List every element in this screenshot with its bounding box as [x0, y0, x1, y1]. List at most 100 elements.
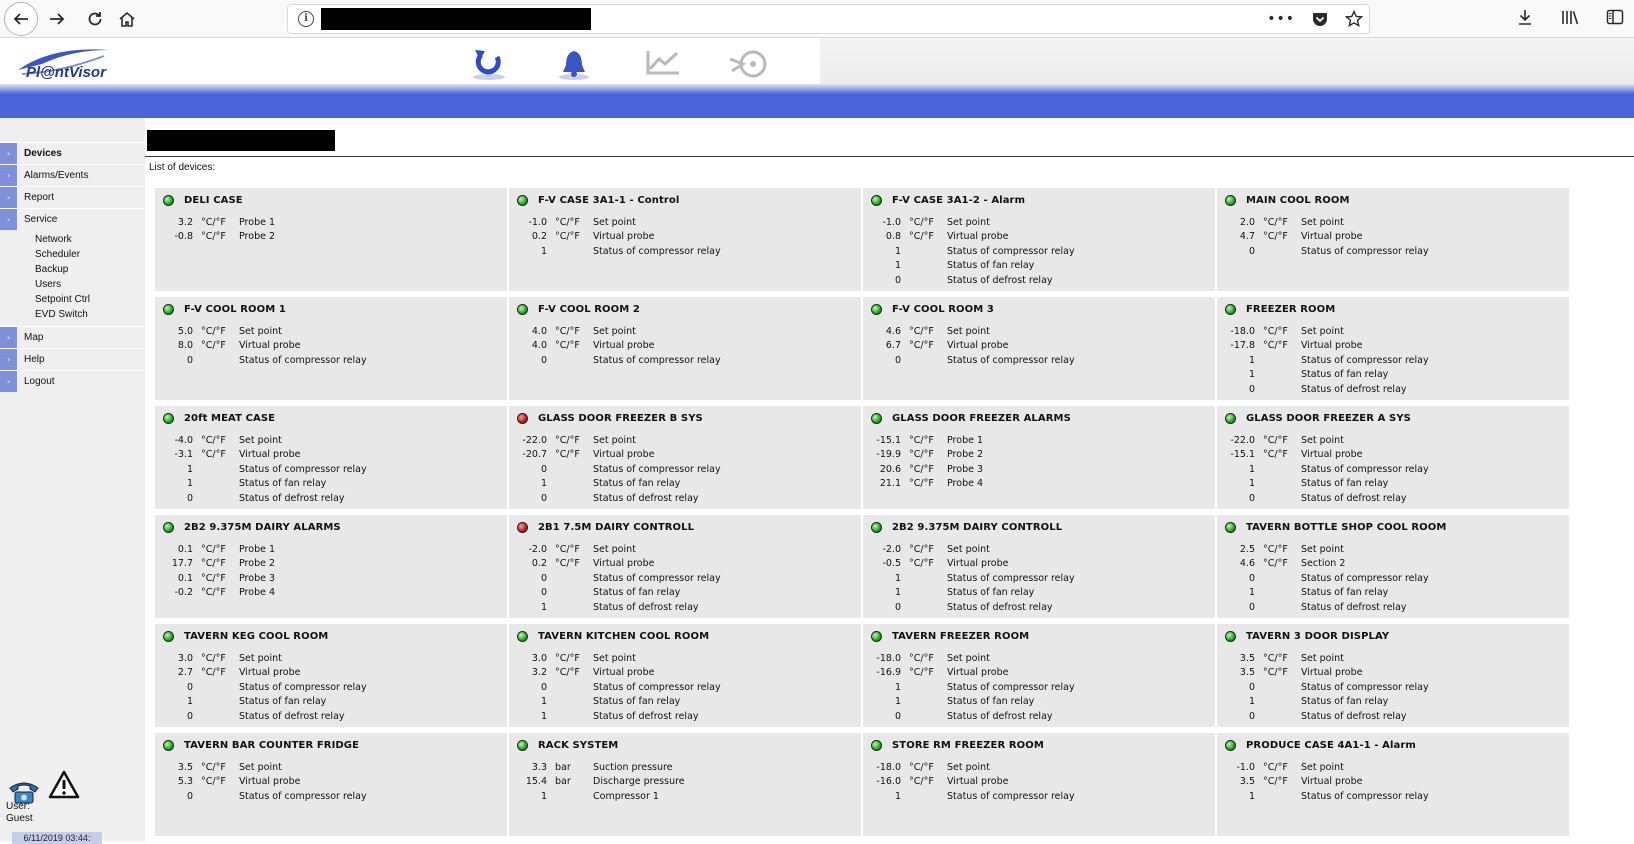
- device-card[interactable]: TAVERN FREEZER ROOM -18.0 °C/°F Set point -1…: [863, 624, 1215, 727]
- device-name[interactable]: 2B2 9.375M DAIRY ALARMS: [184, 522, 341, 533]
- sidebar-item-report[interactable]: › Report: [0, 186, 145, 208]
- device-card[interactable]: 20ft MEAT CASE -4.0 °C/°F Set point -3.1 °C/°…: [155, 406, 507, 509]
- device-card[interactable]: PRODUCE CASE 4A1-1 - Alarm -1.0 °C/°F Set p…: [1217, 733, 1569, 836]
- device-name[interactable]: PRODUCE CASE 4A1-1 - Alarm: [1246, 740, 1416, 751]
- pocket-icon[interactable]: [1311, 11, 1329, 27]
- device-card[interactable]: GLASS DOOR FREEZER B SYS -22.0 °C/°F Set po…: [509, 406, 861, 509]
- device-card[interactable]: F-V COOL ROOM 3 4.6 °C/°F Set point 6.7 °C/°F…: [863, 297, 1215, 400]
- device-name[interactable]: F-V COOL ROOM 2: [538, 304, 640, 315]
- device-card[interactable]: F-V COOL ROOM 1 5.0 °C/°F Set point 8.0 °C/°F…: [155, 297, 507, 400]
- variable-row: 4.6 °C/°F Set point: [871, 324, 1075, 339]
- library-icon[interactable]: [1560, 8, 1580, 26]
- alarms-nav-button[interactable]: [552, 46, 596, 82]
- device-card[interactable]: 2B2 9.375M DAIRY ALARMS 0.1 °C/°F Probe 1 17…: [155, 515, 507, 618]
- device-name[interactable]: F-V COOL ROOM 1: [184, 304, 286, 315]
- device-name[interactable]: TAVERN FREEZER ROOM: [892, 631, 1029, 642]
- warning-icon[interactable]: [48, 770, 80, 800]
- variable-description: Set point: [1301, 543, 1344, 555]
- url-bar[interactable]: i •••: [287, 4, 1370, 34]
- variable-description: Virtual probe: [947, 776, 1009, 788]
- variable-value: 1: [540, 478, 547, 490]
- sidebar-item-help[interactable]: › Help: [0, 348, 145, 370]
- sidebar-item-service[interactable]: › Service: [0, 208, 145, 230]
- device-name[interactable]: 20ft MEAT CASE: [184, 413, 275, 424]
- variable-row: 0 Status of compressor relay: [517, 353, 721, 368]
- device-card[interactable]: F-V COOL ROOM 2 4.0 °C/°F Set point 4.0 °C/°F…: [509, 297, 861, 400]
- device-card[interactable]: GLASS DOOR FREEZER A SYS -22.0 °C/°F Set po…: [1217, 406, 1569, 509]
- submenu-item-setpoint-ctrl[interactable]: Setpoint Ctrl: [35, 292, 145, 307]
- device-card[interactable]: F-V CASE 3A1-2 - Alarm -1.0 °C/°F Set point…: [863, 188, 1215, 291]
- variable-unit: °C/°F: [555, 543, 580, 555]
- submenu-item-evd-switch[interactable]: EVD Switch: [35, 307, 145, 322]
- device-card[interactable]: DELI CASE 3.2 °C/°F Probe 1 -0.8 °C/°F Probe 2: [155, 188, 507, 291]
- variable-value: 0: [186, 681, 193, 693]
- page-actions-icon[interactable]: •••: [1267, 11, 1295, 27]
- site-info-icon[interactable]: i: [298, 11, 314, 27]
- device-name[interactable]: TAVERN KEG COOL ROOM: [184, 631, 328, 642]
- graph-nav-button[interactable]: [641, 46, 685, 82]
- submenu-item-network[interactable]: Network: [35, 232, 145, 247]
- device-card[interactable]: TAVERN 3 DOOR DISPLAY 3.5 °C/°F Set point 3.…: [1217, 624, 1569, 727]
- variable-value: 1: [1248, 354, 1255, 366]
- device-card[interactable]: 2B1 7.5M DAIRY CONTROLL -2.0 °C/°F Set poin…: [509, 515, 861, 618]
- device-name[interactable]: GLASS DOOR FREEZER ALARMS: [892, 413, 1071, 424]
- device-variables: -18.0 °C/°F Set point -16.0 °C/°F Virtual pro…: [871, 760, 1074, 804]
- device-name[interactable]: DELI CASE: [184, 195, 243, 206]
- variable-row: 4.7 °C/°F Virtual probe: [1225, 230, 1429, 245]
- device-name[interactable]: 2B2 9.375M DAIRY CONTROLL: [892, 522, 1062, 533]
- device-card-header: F-V COOL ROOM 3: [871, 304, 994, 315]
- device-card[interactable]: MAIN COOL ROOM 2.0 °C/°F Set point 4.7 °C/°F V…: [1217, 188, 1569, 291]
- variable-unit: °C/°F: [1263, 543, 1288, 555]
- plantvisor-logo[interactable]: Pl@ntVisor: [12, 44, 112, 82]
- device-name[interactable]: GLASS DOOR FREEZER B SYS: [538, 413, 703, 424]
- variable-value: 1: [1248, 478, 1255, 490]
- sidebar-toggle-icon[interactable]: [1606, 8, 1624, 26]
- device-card[interactable]: FREEZER ROOM -18.0 °C/°F Set point -17.8 °C/°…: [1217, 297, 1569, 400]
- device-card[interactable]: GLASS DOOR FREEZER ALARMS -15.1 °C/°F Probe…: [863, 406, 1215, 509]
- device-card[interactable]: RACK SYSTEM 3.3 bar Suction pressure 15.4 bar…: [509, 733, 861, 836]
- device-name[interactable]: TAVERN BAR COUNTER FRIDGE: [184, 740, 359, 751]
- device-card[interactable]: 2B2 9.375M DAIRY CONTROLL -2.0 °C/°F Set po…: [863, 515, 1215, 618]
- device-name[interactable]: F-V COOL ROOM 3: [892, 304, 994, 315]
- device-name[interactable]: RACK SYSTEM: [538, 740, 618, 751]
- device-card[interactable]: TAVERN KEG COOL ROOM 3.0 °C/°F Set point 2.7…: [155, 624, 507, 727]
- bookmark-star-icon[interactable]: [1345, 10, 1363, 28]
- service-nav-button[interactable]: [727, 46, 771, 82]
- arrow-right-icon: [50, 13, 65, 25]
- variable-description: Probe 2: [239, 558, 276, 570]
- back-button[interactable]: [4, 2, 38, 36]
- sidebar-menu: › Devices › Alarms/Events › Report › Ser…: [0, 142, 145, 392]
- device-name[interactable]: F-V CASE 3A1-1 - Control: [538, 195, 679, 206]
- home-button[interactable]: [114, 4, 140, 34]
- refresh-nav-button[interactable]: [467, 46, 511, 82]
- device-name[interactable]: STORE RM FREEZER ROOM: [892, 740, 1044, 751]
- device-card[interactable]: TAVERN BOTTLE SHOP COOL ROOM 2.5 °C/°F Set …: [1217, 515, 1569, 618]
- submenu-item-users[interactable]: Users: [35, 277, 145, 292]
- variable-unit: °C/°F: [909, 776, 934, 788]
- device-name[interactable]: 2B1 7.5M DAIRY CONTROLL: [538, 522, 694, 533]
- variable-value: 0: [1248, 383, 1255, 395]
- sidebar-item-logout[interactable]: › Logout: [0, 370, 145, 392]
- device-name[interactable]: TAVERN KITCHEN COOL ROOM: [538, 631, 709, 642]
- reload-button[interactable]: [82, 4, 108, 34]
- device-name[interactable]: F-V CASE 3A1-2 - Alarm: [892, 195, 1025, 206]
- download-icon[interactable]: [1516, 8, 1534, 26]
- device-card[interactable]: F-V CASE 3A1-1 - Control -1.0 °C/°F Set poi…: [509, 188, 861, 291]
- sidebar-item-alarms-events[interactable]: › Alarms/Events: [0, 164, 145, 186]
- variable-description: Probe 4: [947, 478, 984, 490]
- forward-button[interactable]: [44, 4, 70, 34]
- device-name[interactable]: FREEZER ROOM: [1246, 304, 1335, 315]
- device-name[interactable]: TAVERN BOTTLE SHOP COOL ROOM: [1246, 522, 1446, 533]
- device-name[interactable]: TAVERN 3 DOOR DISPLAY: [1246, 631, 1389, 642]
- sidebar-item-map[interactable]: › Map: [0, 326, 145, 348]
- variable-unit: °C/°F: [201, 543, 226, 555]
- submenu-item-scheduler[interactable]: Scheduler: [35, 247, 145, 262]
- submenu-item-backup[interactable]: Backup: [35, 262, 145, 277]
- device-name[interactable]: MAIN COOL ROOM: [1246, 195, 1350, 206]
- device-card-header: 2B2 9.375M DAIRY CONTROLL: [871, 522, 1062, 533]
- device-card[interactable]: STORE RM FREEZER ROOM -18.0 °C/°F Set point…: [863, 733, 1215, 836]
- device-card[interactable]: TAVERN BAR COUNTER FRIDGE 3.5 °C/°F Set poi…: [155, 733, 507, 836]
- device-name[interactable]: GLASS DOOR FREEZER A SYS: [1246, 413, 1411, 424]
- device-card[interactable]: TAVERN KITCHEN COOL ROOM 3.0 °C/°F Set poin…: [509, 624, 861, 727]
- sidebar-item-devices[interactable]: › Devices: [0, 142, 145, 164]
